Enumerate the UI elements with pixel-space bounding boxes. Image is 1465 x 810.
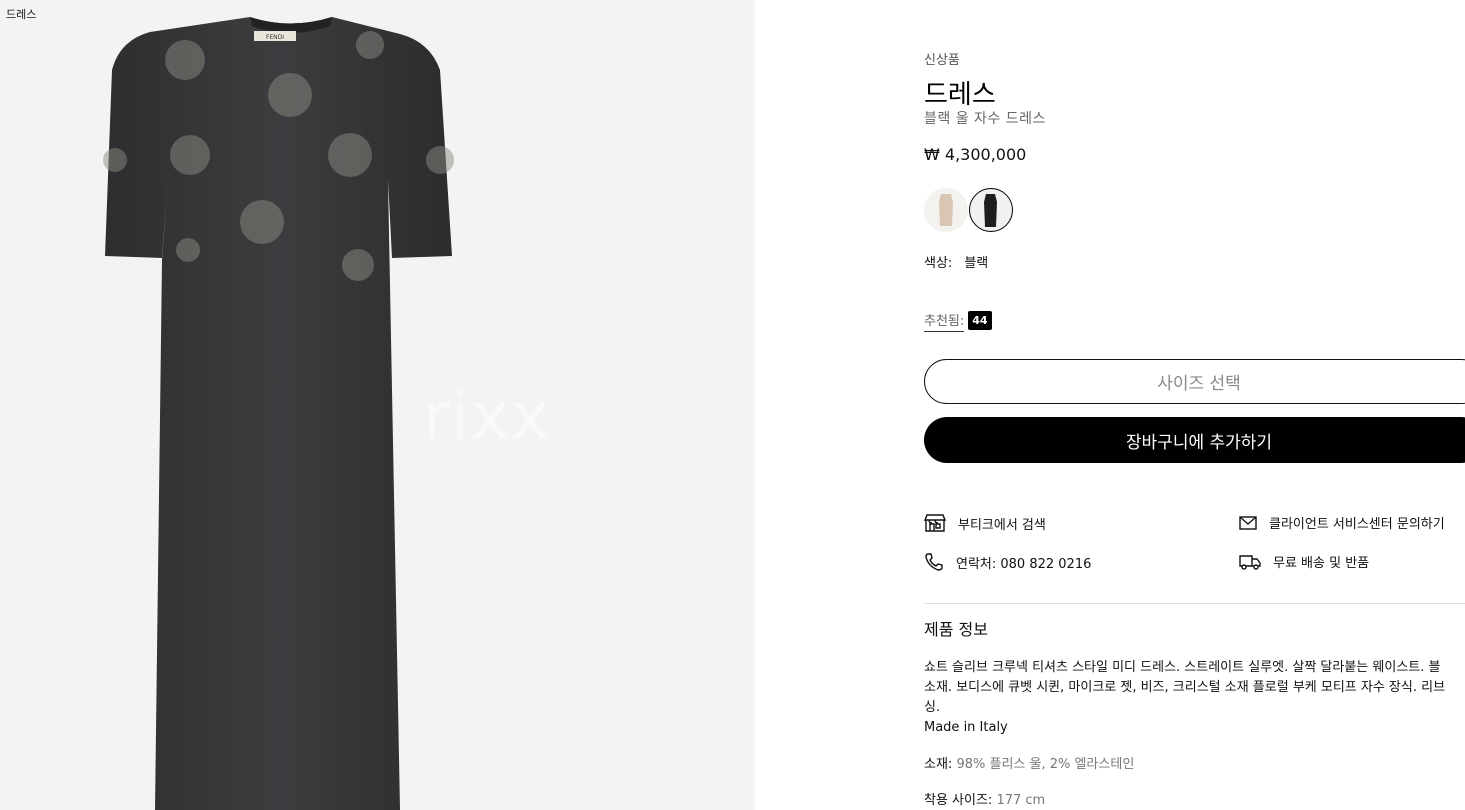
description-line: 쇼트 슬리브 크루넥 티셔츠 스타일 미디 드레스. 스트레이트 실루엣. 살짝… [924, 660, 1441, 675]
fit-spec: 착용 사이즈: 177 cm [924, 789, 1045, 808]
product-image-panel: FENDI 드레스 rixx [0, 0, 755, 810]
product-subtitle: 블랙 울 자수 드레스 [924, 111, 1046, 127]
svg-text:FENDI: FENDI [266, 34, 284, 41]
phone-icon [925, 553, 943, 571]
color-swatch-beige[interactable] [924, 188, 968, 232]
fit-label: 착용 사이즈: [924, 793, 993, 808]
product-image[interactable]: FENDI [0, 0, 755, 810]
watermark: rixx [423, 378, 551, 455]
made-in-line: Made in Italy [924, 720, 1008, 735]
new-arrival-tag: 신상품 [924, 53, 960, 68]
store-icon [924, 514, 946, 532]
find-in-boutique-link[interactable]: 부티크에서 검색 [924, 513, 1046, 533]
recommended-size-link[interactable]: 추천됨: [924, 314, 965, 332]
product-details-panel: rixx 신상품 드레스 블랙 울 자수 드레스 ₩ 4,300,000 색상:… [755, 0, 1465, 810]
color-label: 색상: [924, 256, 953, 271]
phone-contact-label: 연락처: 080 822 0216 [956, 556, 1092, 572]
fit-value: 177 cm [996, 793, 1046, 808]
mail-icon [1239, 515, 1257, 530]
product-price: ₩ 4,300,000 [924, 145, 1027, 164]
free-shipping-returns-link[interactable]: 무료 배송 및 반품 [1239, 552, 1369, 571]
add-to-cart-button[interactable]: 장바구니에 추가하기 [924, 417, 1465, 463]
recommended-size-badge: 44 [968, 311, 992, 330]
description-line: 싱. [924, 700, 941, 715]
breadcrumb[interactable]: 드레스 [6, 6, 36, 22]
delivery-truck-icon [1239, 554, 1261, 570]
recommended-size: 추천됨: 44 [924, 310, 992, 332]
material-spec: 소재: 98% 플리스 울, 2% 엘라스테인 [924, 753, 1134, 772]
selected-color: 색상: 블랙 [924, 252, 988, 271]
product-title: 드레스 [924, 80, 996, 110]
product-info-heading[interactable]: 제품 정보 [924, 616, 988, 640]
color-value: 블랙 [964, 256, 989, 271]
size-select-button[interactable]: 사이즈 선택 [924, 359, 1465, 404]
section-divider [924, 603, 1465, 604]
find-in-boutique-label: 부티크에서 검색 [958, 517, 1046, 533]
description-line: 소재. 보디스에 큐벳 시퀸, 마이크로 젯, 비즈, 크리스털 소재 플로럴 … [924, 680, 1446, 695]
contact-client-service-link[interactable]: 클라이언트 서비스센터 문의하기 [1239, 513, 1445, 532]
material-label: 소재: [924, 757, 953, 772]
free-shipping-returns-label: 무료 배송 및 반품 [1273, 556, 1370, 571]
phone-contact[interactable]: 연락처: 080 822 0216 [924, 552, 1091, 572]
material-value: 98% 플리스 울, 2% 엘라스테인 [956, 757, 1135, 772]
contact-client-service-label: 클라이언트 서비스센터 문의하기 [1269, 517, 1445, 532]
product-description: 쇼트 슬리브 크루넥 티셔츠 스타일 미디 드레스. 스트레이트 실루엣. 살짝… [924, 658, 1465, 738]
color-swatch-black[interactable] [969, 188, 1013, 232]
